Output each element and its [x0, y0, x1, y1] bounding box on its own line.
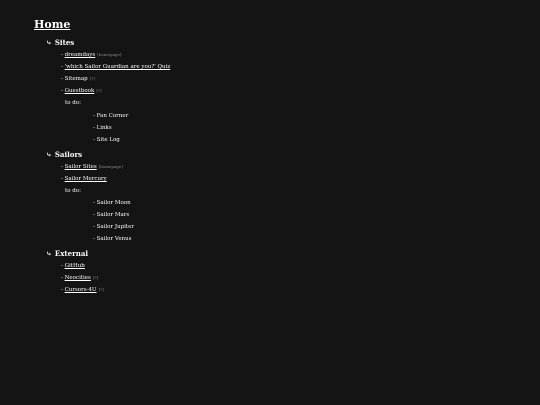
list-item-quiz: - 'which Sailor Guardian are you?' Quiz	[61, 64, 171, 70]
todo-item: - Sailor Jupiter	[93, 224, 134, 230]
section-title: Sites	[54, 38, 75, 47]
quiz-link[interactable]: 'which Sailor Guardian are you?' Quiz	[65, 64, 171, 70]
section-external-heading: ⤷ External	[46, 249, 88, 258]
homepage-note: [homepage]	[98, 164, 123, 169]
sailor-sites-link[interactable]: Sailor Sites	[65, 164, 97, 170]
todo-item: - Sailor Venus	[93, 236, 132, 242]
todo-item: - Site Log	[93, 137, 120, 143]
dreamdays-link[interactable]: dreamdays	[65, 52, 96, 58]
arrow-icon: ⤷	[46, 38, 52, 47]
list-item-sailor-sites: - Sailor Sites [homepage]	[61, 164, 123, 170]
section-sites-heading: ⤷ Sites	[46, 38, 74, 47]
home-link[interactable]: Home	[34, 18, 70, 31]
cursors-link[interactable]: Cursors-4U	[65, 287, 97, 293]
github-link[interactable]: GitHub	[65, 263, 85, 269]
unknown-note: [?]	[92, 275, 99, 280]
todo-label: to do:	[65, 100, 81, 106]
todo-item: - Links	[93, 125, 112, 131]
arrow-icon: ⤷	[46, 150, 52, 159]
section-sailors-heading: ⤷ Sailors	[46, 150, 82, 159]
section-title: External	[54, 249, 89, 258]
list-item-github: - GitHub	[61, 263, 85, 269]
homepage-note: [homepage]	[97, 52, 122, 57]
list-item-dreamdays: - dreamdays [homepage]	[61, 52, 122, 58]
guestbook-link[interactable]: Guestbook	[65, 88, 95, 94]
section-title: Sailors	[54, 150, 83, 159]
arrow-icon: ⤷	[46, 249, 52, 258]
todo-label: to do:	[65, 188, 81, 194]
page: Home ⤷ Sites - dreamdays [homepage] - 'whi…	[0, 0, 540, 405]
list-item-neocities: - Neocities [?]	[61, 275, 99, 281]
todo-item: - Sailor Moon	[93, 200, 131, 206]
unknown-note: [?]	[98, 287, 104, 292]
todo-item: - Fan Corner	[93, 113, 129, 119]
list-item-guestbook: - Guestbook [?]	[61, 88, 102, 94]
list-item-sitemap: - Sitemap [?]	[61, 76, 95, 82]
todo-item: - Sailor Mars	[93, 212, 130, 218]
list-item-cursors: - Cursors-4U [?]	[61, 287, 104, 293]
unknown-note: [?]	[89, 76, 95, 81]
unknown-note: [?]	[96, 88, 102, 93]
list-item-sailor-mercury: - Sailor Mercury	[61, 176, 107, 182]
sailor-mercury-link[interactable]: Sailor Mercury	[65, 176, 107, 182]
sitemap-label: Sitemap	[64, 76, 88, 82]
neocities-link[interactable]: Neocities	[65, 275, 91, 281]
